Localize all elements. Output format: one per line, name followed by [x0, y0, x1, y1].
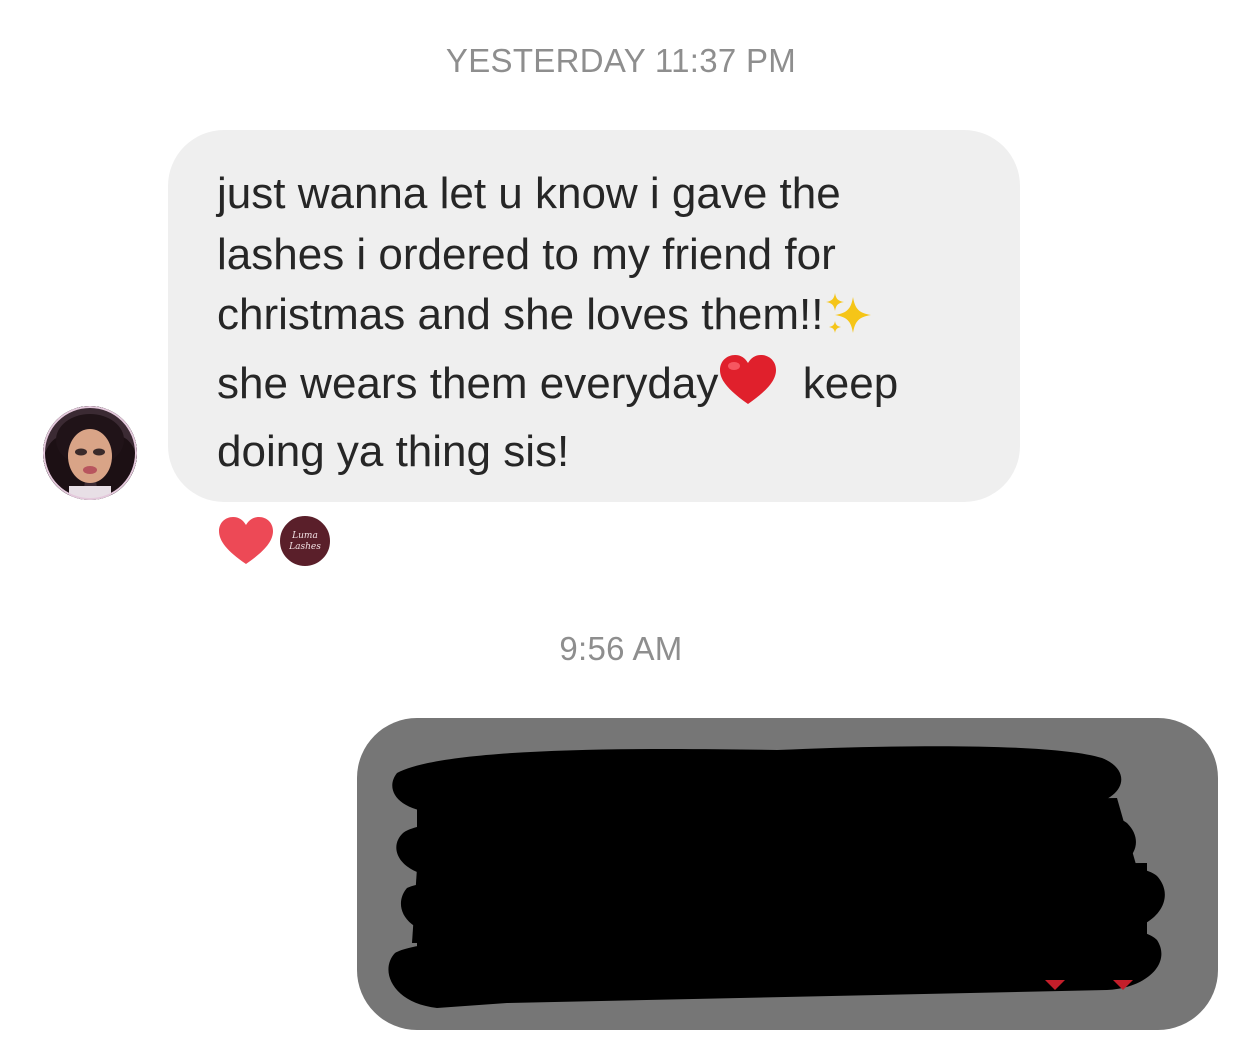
message-line-text: christmas and she loves them!!	[217, 290, 824, 339]
red-heart-icon	[718, 354, 778, 423]
reactor-avatar[interactable]: Luma Lashes	[278, 514, 332, 568]
message-line: doing ya thing sis!	[217, 427, 570, 476]
message-line: lashes i ordered to my friend for	[217, 229, 836, 279]
outgoing-message-bubble[interactable]	[357, 718, 1218, 1030]
sender-avatar[interactable]	[43, 406, 137, 500]
incoming-message-bubble[interactable]: just wanna let u know i gave the lashes …	[168, 130, 1020, 502]
message-line-text: she wears them everyday	[217, 358, 719, 408]
message-line: just wanna let u know i gave the	[217, 169, 841, 218]
timestamp-today: 9:56 AM	[559, 630, 683, 667]
message-line-text: keep	[802, 358, 899, 408]
timestamp-yesterday: YESTERDAY 11:37 PM	[445, 42, 797, 79]
message-line-text	[778, 359, 802, 408]
message-line-with-heart: she wears them everyday keep	[217, 354, 980, 423]
message-line-with-sparkles: christmas and she loves them!!	[217, 285, 980, 354]
heart-reaction-icon[interactable]	[218, 516, 274, 571]
reactor-avatar-text: Luma	[291, 531, 318, 541]
redaction-scribble	[388, 746, 1165, 1008]
sparkles-icon	[823, 291, 877, 354]
svg-text:Lashes: Lashes	[288, 542, 321, 552]
